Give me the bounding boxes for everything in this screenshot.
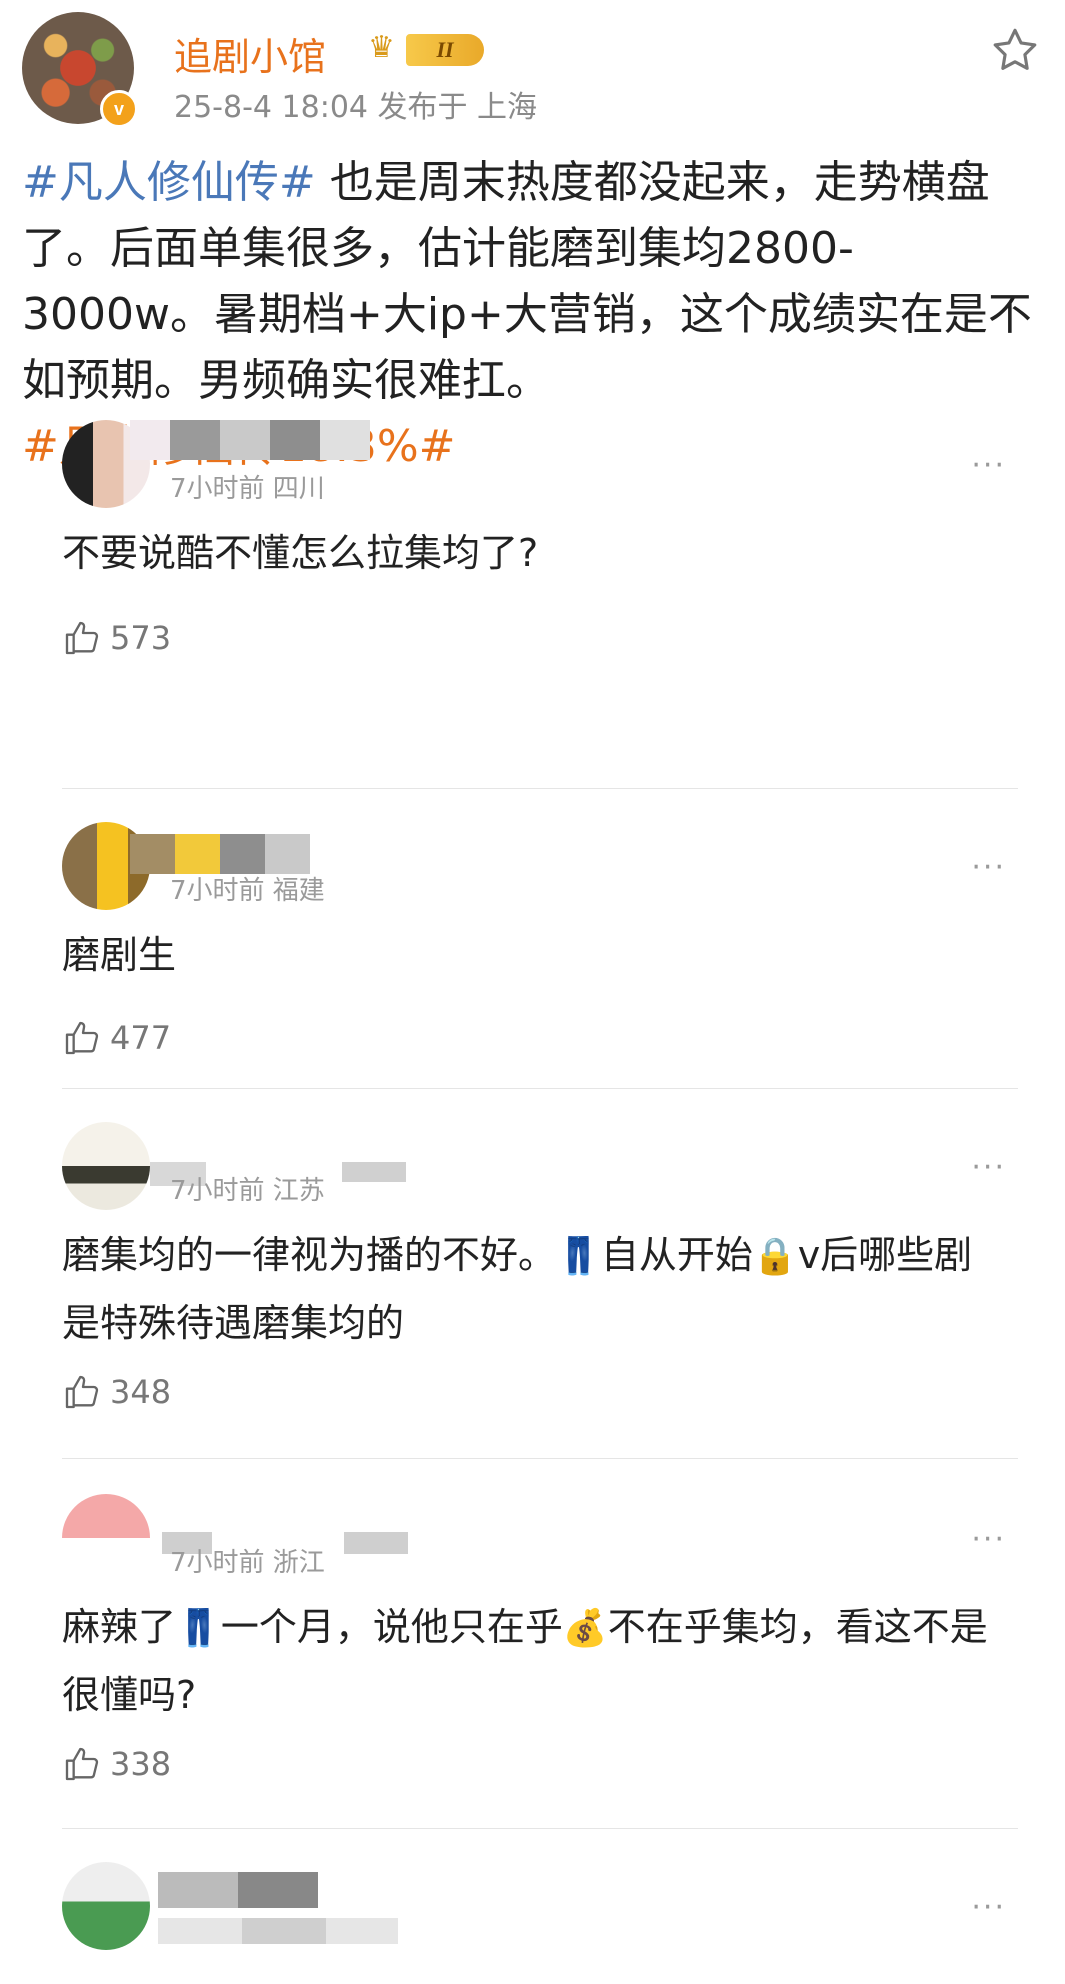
- commenter-name-blurred[interactable]: [170, 420, 370, 460]
- more-icon[interactable]: ···: [971, 850, 1006, 885]
- like-count: 573: [110, 619, 172, 657]
- divider: [62, 1828, 1018, 1829]
- money-bag-icon: 💰: [562, 1608, 608, 1649]
- lock-icon: 🔒: [752, 1236, 798, 1277]
- comment-text: 麻辣了👖一个月，说他只在乎💰不在乎集均，看这不是很懂吗?: [62, 1605, 988, 1717]
- comment-meta: 7小时前 江苏: [170, 1176, 325, 1206]
- jeans-icon: 👖: [176, 1608, 221, 1649]
- post-header: v 追剧小馆 ♛ II 25-8-4 18:04 发布于 上海: [22, 12, 1042, 132]
- author-name[interactable]: 追剧小馆: [174, 26, 326, 81]
- divider: [62, 788, 1018, 789]
- crown-icon: ♛: [368, 30, 395, 65]
- level-badge[interactable]: II: [406, 34, 484, 66]
- favorite-star-icon[interactable]: [988, 24, 1042, 78]
- like-button[interactable]: 477: [62, 1018, 171, 1058]
- like-button[interactable]: 338: [62, 1744, 171, 1784]
- comment-meta: 7小时前 四川: [170, 474, 325, 504]
- verified-badge-icon: v: [100, 90, 138, 128]
- commenter-name-blurred[interactable]: [158, 1872, 318, 1908]
- topic-tag[interactable]: #凡人修仙传#: [22, 157, 316, 208]
- more-icon[interactable]: ···: [971, 1890, 1006, 1925]
- like-count: 477: [110, 1019, 172, 1057]
- post-meta: 25-8-4 18:04 发布于 上海: [174, 90, 538, 125]
- more-icon[interactable]: ···: [971, 1150, 1006, 1185]
- commenter-avatar[interactable]: [62, 1122, 150, 1210]
- like-button[interactable]: 573: [62, 618, 171, 658]
- commenter-avatar[interactable]: [62, 1494, 150, 1582]
- commenter-name-blurred[interactable]: [158, 1918, 398, 1944]
- comment-meta: 7小时前 浙江: [170, 1548, 325, 1578]
- commenter-name-blurred[interactable]: [342, 1162, 406, 1182]
- commenter-name-blurred[interactable]: [344, 1532, 408, 1554]
- comment-meta: 7小时前 福建: [170, 876, 325, 906]
- commenter-name-blurred[interactable]: [130, 834, 310, 874]
- like-button[interactable]: 348: [62, 1372, 171, 1412]
- thumbs-up-icon: [65, 1021, 99, 1055]
- divider: [62, 1088, 1018, 1089]
- comment-text: 磨集均的一律视为播的不好。👖自从开始🔒v后哪些剧是特殊待遇磨集均的: [62, 1233, 973, 1345]
- thumbs-up-icon: [65, 621, 99, 655]
- thumbs-up-icon: [65, 1747, 99, 1781]
- thumbs-up-icon: [65, 1375, 99, 1409]
- more-icon[interactable]: ···: [971, 1522, 1006, 1557]
- jeans-icon: 👖: [556, 1236, 601, 1277]
- commenter-avatar[interactable]: [62, 1862, 150, 1950]
- like-count: 338: [110, 1745, 172, 1783]
- like-count: 348: [110, 1373, 172, 1411]
- comment-text: 磨剧生: [62, 933, 177, 977]
- divider: [62, 1458, 1018, 1459]
- comment-text: 不要说酷不懂怎么拉集均了?: [62, 531, 539, 575]
- more-icon[interactable]: ···: [971, 448, 1006, 483]
